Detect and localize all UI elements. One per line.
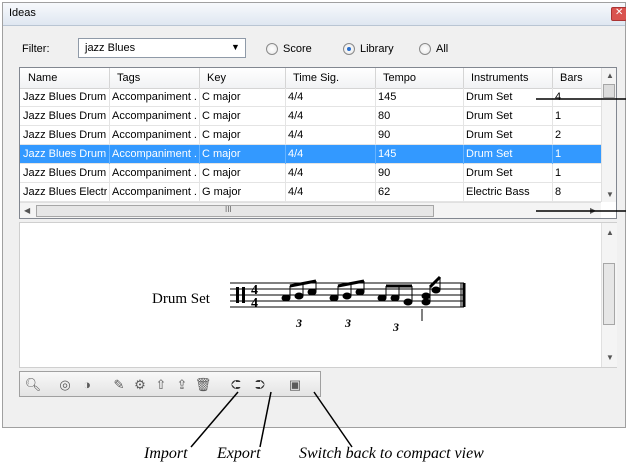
import-callout: Import [144,445,188,462]
callout-lines [190,98,626,448]
compact-view-callout: Switch back to compact view [299,445,484,462]
export-callout: Export [217,445,261,462]
